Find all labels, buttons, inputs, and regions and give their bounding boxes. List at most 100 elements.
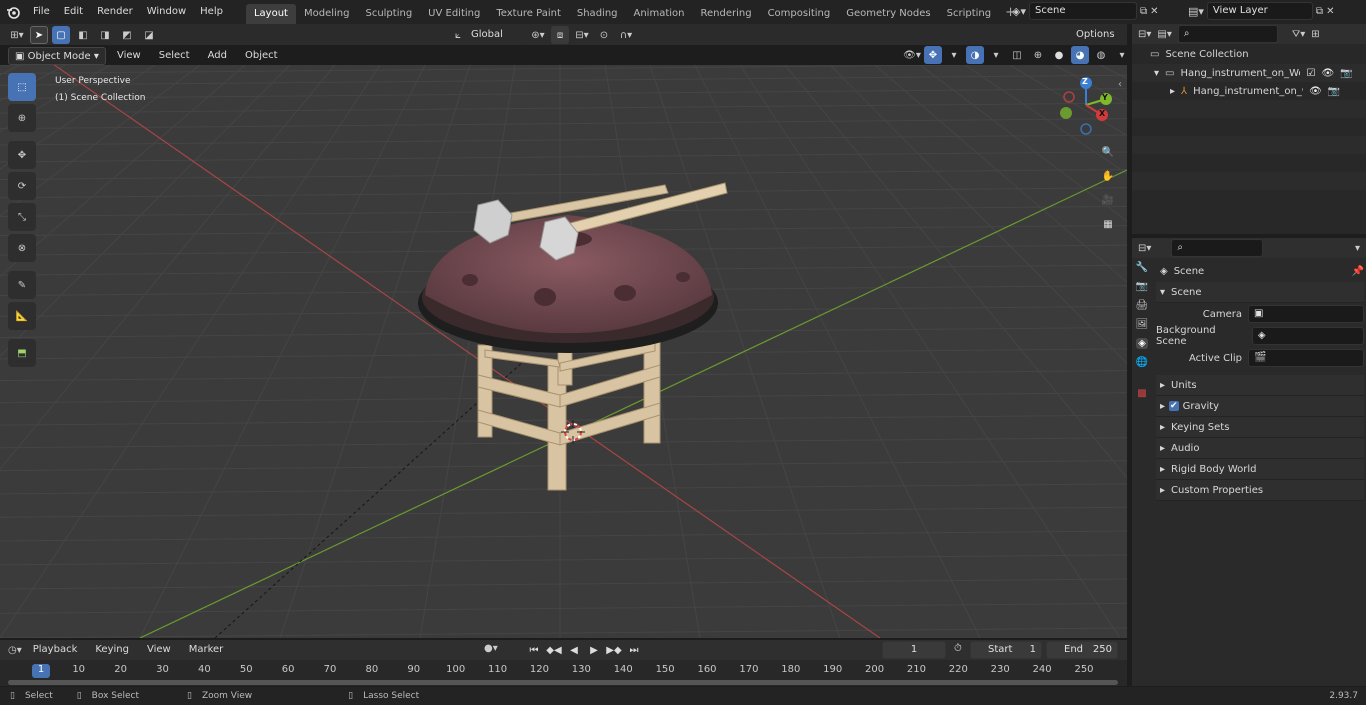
select-extend-icon[interactable]: ◧: [74, 26, 92, 44]
keying-sets-panel-header[interactable]: ▸ Keying Sets: [1156, 417, 1364, 438]
display-mode-icon[interactable]: ▤▾: [1157, 29, 1171, 40]
end-frame-field[interactable]: End 250: [1046, 641, 1118, 659]
tab-scripting[interactable]: Scripting: [939, 4, 999, 24]
expand-arrow-icon[interactable]: ▾: [1154, 68, 1159, 79]
tab-texture-paint[interactable]: Texture Paint: [488, 4, 569, 24]
snap-icon[interactable]: ⧈: [551, 26, 569, 44]
tab-sculpting[interactable]: Sculpting: [357, 4, 420, 24]
select-box-tool-icon[interactable]: ⬚: [8, 73, 36, 101]
camera-view-icon[interactable]: 🎥: [1099, 191, 1117, 209]
tool-tab-icon[interactable]: 🔧: [1136, 262, 1148, 273]
render-tab-icon[interactable]: 📷: [1136, 281, 1148, 292]
new-collection-icon[interactable]: ⊞: [1311, 29, 1319, 40]
play-reverse-icon[interactable]: ◀: [565, 641, 583, 659]
xray-icon[interactable]: ◫: [1008, 46, 1026, 64]
new-scene-icon[interactable]: ⧉: [1140, 6, 1147, 17]
measure-tool-icon[interactable]: 📐: [8, 302, 36, 330]
play-icon[interactable]: ▶: [585, 641, 603, 659]
record-icon[interactable]: ●▾: [484, 643, 498, 654]
select-tool-icon[interactable]: ➤: [30, 26, 48, 44]
units-panel-header[interactable]: ▸ Units: [1156, 375, 1364, 396]
outliner-search-input[interactable]: ⌕: [1177, 25, 1278, 43]
sidebar-toggle-icon[interactable]: ‹: [1118, 79, 1122, 90]
properties-search-input[interactable]: ⌕: [1171, 239, 1264, 257]
menu-help[interactable]: Help: [193, 2, 230, 22]
texture-tab-icon[interactable]: ▩: [1137, 388, 1146, 399]
start-frame-field[interactable]: Start 1: [970, 641, 1042, 659]
preview-range-icon[interactable]: ⏱: [954, 643, 962, 654]
outliner-row-scene-collection[interactable]: ▭ Scene Collection: [1132, 44, 1366, 64]
delete-scene-icon[interactable]: ✕: [1150, 6, 1158, 17]
pin-icon[interactable]: 📌: [1352, 266, 1364, 277]
tab-layout[interactable]: Layout: [245, 4, 296, 24]
properties-options-icon[interactable]: ▾: [1355, 243, 1360, 254]
menu-marker[interactable]: Marker: [182, 640, 231, 660]
transform-tool-icon[interactable]: ⊗: [8, 234, 36, 262]
menu-view[interactable]: View: [140, 640, 178, 660]
outliner-row-collection[interactable]: ▾ ▭ Hang_instrument_on_Wooden ☑ 👁 📷: [1132, 64, 1366, 82]
gravity-panel-header[interactable]: ▸ ✔ Gravity: [1156, 396, 1364, 417]
outliner-row-object[interactable]: ▸ ⅄ Hang_instrument_on_wo 👁 📷: [1132, 82, 1366, 100]
frame-ruler[interactable]: 1 10 20 30 40 50 60 70 80 90 100 110 120 130 140 150 160…: [0, 660, 1127, 686]
visibility-icon[interactable]: 👁▾: [903, 46, 921, 64]
overlay-toggle-icon[interactable]: ◑: [966, 46, 984, 64]
scene-panel-header[interactable]: ▾ Scene: [1156, 282, 1364, 303]
eye-icon[interactable]: 👁: [1321, 68, 1334, 79]
tab-uv-editing[interactable]: UV Editing: [420, 4, 488, 24]
wireframe-shading-icon[interactable]: ⊕: [1029, 46, 1047, 64]
output-tab-icon[interactable]: 🖨: [1136, 300, 1149, 311]
shading-dropdown-icon[interactable]: ▾: [1113, 46, 1131, 64]
blender-logo-icon[interactable]: [0, 5, 26, 19]
next-keyframe-icon[interactable]: ▶◆: [605, 641, 623, 659]
tab-rendering[interactable]: Rendering: [692, 4, 759, 24]
camera-field[interactable]: ▣: [1248, 305, 1364, 323]
tab-modeling[interactable]: Modeling: [296, 4, 358, 24]
filter-icon[interactable]: ⛛▾: [1292, 29, 1305, 40]
viewport-menu-view[interactable]: View: [110, 46, 148, 66]
jump-end-icon[interactable]: ⏭: [625, 641, 643, 659]
jump-start-icon[interactable]: ⏮: [525, 641, 543, 659]
snap-target-icon[interactable]: ⊟▾: [573, 26, 591, 44]
pivot-icon[interactable]: ⊛▾: [529, 26, 547, 44]
active-clip-field[interactable]: 🎬: [1248, 349, 1364, 367]
options-dropdown[interactable]: Options: [1070, 26, 1124, 44]
prev-keyframe-icon[interactable]: ◆◀: [545, 641, 563, 659]
custom-properties-panel-header[interactable]: ▸ Custom Properties: [1156, 480, 1364, 501]
viewport-menu-add[interactable]: Add: [201, 46, 234, 66]
overlay-dropdown-icon[interactable]: ▾: [987, 46, 1005, 64]
editor-type-icon[interactable]: ⊞▾: [8, 26, 26, 44]
properties-editor-icon[interactable]: ⊟▾: [1138, 243, 1151, 254]
menu-render[interactable]: Render: [90, 2, 140, 22]
navigation-gizmo[interactable]: Z Y X: [1056, 75, 1116, 135]
move-tool-icon[interactable]: ✥: [8, 141, 36, 169]
camera-icon[interactable]: 📷: [1340, 68, 1352, 79]
transform-orientation-dropdown[interactable]: Global: [465, 26, 525, 44]
select-subtract-icon[interactable]: ◨: [96, 26, 114, 44]
annotate-tool-icon[interactable]: ✎: [8, 271, 36, 299]
view-layer-tab-icon[interactable]: 🖼: [1136, 319, 1149, 330]
viewport-menu-select[interactable]: Select: [152, 46, 197, 66]
solid-shading-icon[interactable]: ●: [1050, 46, 1068, 64]
camera-icon[interactable]: 📷: [1328, 86, 1340, 97]
gravity-checkbox-icon[interactable]: ✔: [1169, 401, 1179, 411]
menu-window[interactable]: Window: [140, 2, 193, 22]
current-frame-field[interactable]: 1: [882, 641, 946, 659]
scene-name-field[interactable]: Scene: [1028, 2, 1137, 20]
menu-playback[interactable]: Playback: [26, 640, 85, 660]
scene-tab-icon[interactable]: ◈: [1136, 338, 1148, 349]
add-cube-tool-icon[interactable]: ⬒: [8, 339, 36, 367]
cursor-tool-icon[interactable]: ⊕: [8, 104, 36, 132]
3d-viewport[interactable]: User Perspective (1) Scene Collection ⬚ …: [0, 65, 1127, 638]
pan-hand-icon[interactable]: ✋: [1099, 167, 1117, 185]
falloff-icon[interactable]: ∩▾: [617, 26, 635, 44]
world-tab-icon[interactable]: 🌐: [1136, 357, 1148, 368]
expand-arrow-icon[interactable]: ▸: [1170, 86, 1175, 97]
material-shading-icon[interactable]: ◕: [1071, 46, 1089, 64]
tab-compositing[interactable]: Compositing: [760, 4, 839, 24]
tab-shading[interactable]: Shading: [569, 4, 626, 24]
menu-keying[interactable]: Keying: [88, 640, 136, 660]
gizmo-toggle-icon[interactable]: ✥: [924, 46, 942, 64]
tab-animation[interactable]: Animation: [626, 4, 693, 24]
scene-icon[interactable]: ◈▾: [1012, 5, 1026, 18]
scale-tool-icon[interactable]: ⤡: [8, 203, 36, 231]
